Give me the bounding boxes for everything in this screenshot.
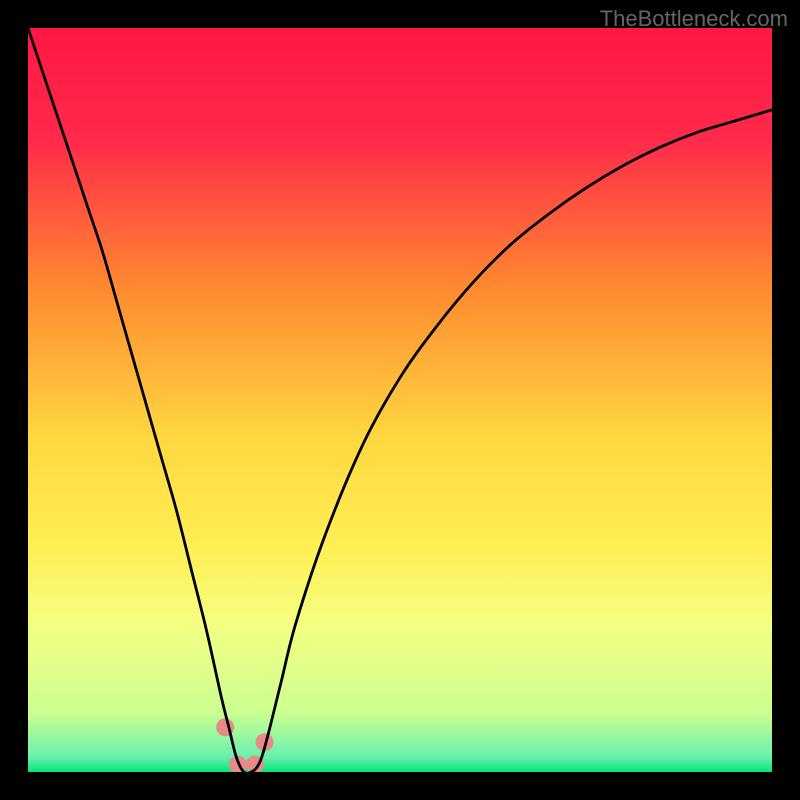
chart-svg [28, 28, 772, 772]
bottleneck-chart [28, 28, 772, 772]
watermark-text: TheBottleneck.com [600, 6, 788, 32]
chart-background [28, 28, 772, 772]
